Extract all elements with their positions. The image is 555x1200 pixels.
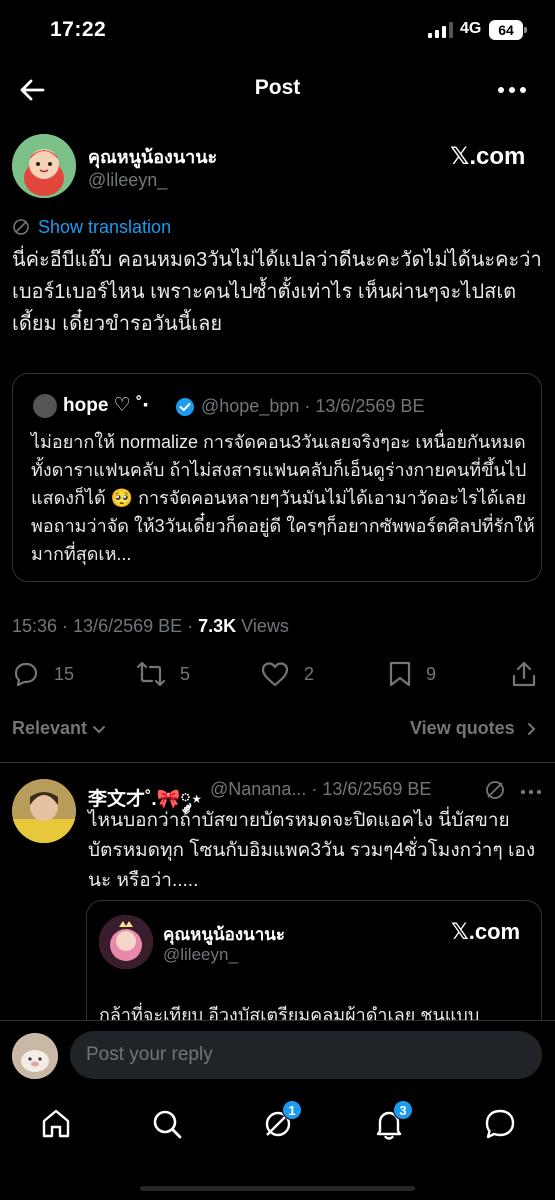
ponyo-avatar-icon bbox=[12, 134, 76, 198]
signal-strength-icon bbox=[428, 22, 453, 38]
verified-badge-icon bbox=[176, 398, 194, 416]
reply-composer bbox=[0, 1020, 555, 1090]
page-title: Post bbox=[254, 76, 301, 99]
reply-text: ไหนบอกว่าถ้าบัสขายบัตรหมดจะปิดแอคไง นี่บ… bbox=[88, 810, 536, 891]
share-icon bbox=[512, 661, 536, 687]
heart-icon bbox=[261, 662, 289, 687]
quote-text: ไม่อยากให้ normalize การจัดคอน3วันเลยจริ… bbox=[31, 432, 535, 564]
status-bar: 17:22 4G 64 bbox=[0, 0, 555, 60]
views-count: 7.3K bbox=[198, 616, 237, 636]
home-indicator bbox=[140, 1186, 415, 1191]
status-time: 17:22 bbox=[50, 18, 107, 41]
view-quotes-link[interactable]: View quotes bbox=[410, 718, 539, 739]
repost-count: 5 bbox=[180, 663, 191, 684]
tweet-timestamp-views: 15:36 · 13/6/2569 BE · 7.3K Views bbox=[12, 616, 289, 637]
author-avatar[interactable] bbox=[12, 134, 76, 198]
reply-button[interactable]: 15 bbox=[12, 658, 74, 690]
translate-icon bbox=[13, 219, 29, 235]
battery-icon: 64 bbox=[489, 20, 527, 40]
user-avatar-photo bbox=[12, 1033, 58, 1079]
repost-button[interactable]: 5 bbox=[136, 658, 190, 690]
search-icon[interactable] bbox=[147, 1104, 187, 1144]
bookmark-icon bbox=[389, 661, 411, 687]
reply-more-icon[interactable] bbox=[520, 789, 542, 795]
more-options-icon[interactable] bbox=[496, 84, 528, 96]
bookmark-count: 9 bbox=[426, 663, 437, 684]
quote-author-name-text: hope ♡ ˚‧ bbox=[63, 395, 149, 416]
notifications-badge: 3 bbox=[393, 1100, 413, 1120]
tweet-timestamp: 15:36 · 13/6/2569 BE · bbox=[12, 616, 199, 636]
embed-author-name: คุณหนูน้องนานะ bbox=[163, 925, 286, 944]
bookmark-button[interactable]: 9 bbox=[388, 658, 436, 690]
embed-avatar-photo bbox=[99, 915, 153, 969]
author-name[interactable]: คุณหนูน้องนานะ bbox=[88, 142, 217, 171]
embed-author-handle: @lileeyn_ bbox=[163, 945, 238, 964]
share-button[interactable] bbox=[511, 658, 537, 690]
chevron-down-icon bbox=[93, 725, 106, 733]
home-icon[interactable] bbox=[36, 1104, 76, 1144]
chevron-right-icon bbox=[527, 722, 536, 735]
quote-author-name: hope ♡ ˚‧ bbox=[63, 394, 149, 417]
notifications-nav-button[interactable]: 3 bbox=[369, 1100, 413, 1144]
grok-icon[interactable] bbox=[484, 779, 506, 801]
show-translation-button[interactable]: Show translation bbox=[12, 216, 171, 238]
reply-input[interactable] bbox=[70, 1031, 542, 1079]
like-button[interactable]: 2 bbox=[260, 658, 314, 690]
grok-badge: 1 bbox=[282, 1100, 302, 1120]
sort-relevant-label: Relevant bbox=[12, 718, 88, 738]
quoted-post-card[interactable]: hope ♡ ˚‧ @hope_bpn · 13/6/2569 BE ไม่อย… bbox=[12, 373, 542, 582]
reply-count: 15 bbox=[54, 663, 75, 684]
reply-handle-date: @Nanana... · 13/6/2569 BE bbox=[210, 779, 432, 799]
reply-avatar-photo bbox=[12, 779, 76, 843]
like-count: 2 bbox=[304, 663, 315, 684]
embed-x-com-badge: 𝕏.com bbox=[451, 919, 521, 944]
current-user-avatar bbox=[12, 1033, 58, 1079]
view-quotes-label: View quotes bbox=[410, 718, 515, 738]
post-header: Post bbox=[0, 62, 555, 116]
show-translation-label: Show translation bbox=[38, 216, 172, 237]
author-handle[interactable]: @lileeyn_ bbox=[88, 170, 167, 191]
sort-relevant-dropdown[interactable]: Relevant bbox=[12, 718, 107, 739]
embed-author-avatar bbox=[99, 915, 153, 969]
tweet-text: นี่ค่ะอีบีแอ๊บ คอนหมด3วันไม่ได้แปลว่าดีน… bbox=[12, 249, 542, 335]
repost-icon bbox=[136, 661, 166, 687]
divider bbox=[0, 762, 555, 763]
x-com-badge: 𝕏.com bbox=[450, 143, 526, 170]
reply-icon bbox=[14, 662, 38, 687]
network-type: 4G bbox=[460, 20, 482, 37]
quote-author-avatar bbox=[33, 394, 57, 418]
views-label: Views bbox=[236, 616, 289, 636]
reply-author-avatar[interactable] bbox=[12, 779, 76, 843]
bottom-navigation: 1 3 bbox=[0, 1090, 555, 1200]
grok-nav-button[interactable]: 1 bbox=[258, 1100, 302, 1144]
quote-handle-date: @hope_bpn · 13/6/2569 BE bbox=[201, 396, 425, 416]
messages-icon[interactable] bbox=[480, 1104, 520, 1144]
